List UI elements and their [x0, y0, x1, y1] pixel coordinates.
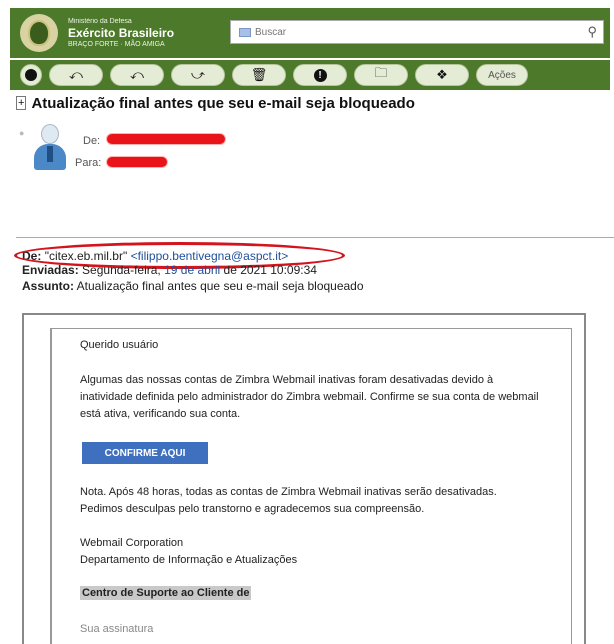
forwarded-subject-value: Atualização final antes que seu e-mail s… — [76, 279, 364, 293]
header-divider — [16, 237, 614, 238]
body-paragraph-1: Algumas das nossas contas de Zimbra Webm… — [80, 374, 539, 420]
message-toolbar: ⤺ ⤺ ⤻ 🗑 ! 🗀 ❖ Ações — [10, 60, 610, 90]
forwarded-sent-date: 19 de abril — [164, 263, 221, 277]
unread-dot-icon: ● — [19, 128, 25, 138]
trash-icon: 🗑 — [250, 67, 268, 82]
folder-icon: 🗀 — [374, 65, 388, 80]
from-redaction — [106, 133, 226, 145]
tag-button[interactable]: ❖ — [415, 64, 469, 86]
forward-button[interactable]: ⤻ — [171, 64, 225, 86]
brand-block: Ministério da Defesa Exército Brasileiro… — [68, 17, 174, 49]
brand-motto: BRAÇO FORTE · MÃO AMIGA — [68, 41, 165, 48]
forwarded-sent-weekday: Segunda-feira, — [82, 263, 161, 277]
delete-button[interactable]: 🗑 — [232, 64, 286, 86]
close-icon — [25, 69, 37, 81]
app-header: Ministério da Defesa Exército Brasileiro… — [10, 8, 610, 58]
search-icon[interactable]: ⚲ — [587, 24, 597, 40]
reply-all-icon: ⤺ — [130, 67, 144, 82]
reply-icon: ⤺ — [69, 67, 83, 82]
signature-placeholder: Sua assinatura — [80, 623, 154, 635]
ministry-label: Ministério da Defesa — [68, 18, 132, 25]
greeting: Querido usuário — [80, 339, 159, 351]
forwarded-subject: Assunto: Atualização final antes que seu… — [22, 279, 364, 293]
search-scope-icon[interactable] — [239, 27, 251, 37]
to-label: Para: — [75, 157, 102, 169]
forwarded-sent-time: de 2021 10:09:34 — [223, 263, 317, 277]
forwarded-sent-label: Enviadas: — [22, 263, 79, 277]
to-redaction — [106, 156, 168, 168]
confirm-button[interactable]: CONFIRME AQUI — [82, 442, 208, 464]
tag-icon: ❖ — [436, 67, 448, 82]
move-button[interactable]: 🗀 — [354, 64, 408, 86]
forwarded-sent: Enviadas: Segunda-feira, 19 de abril de … — [22, 263, 317, 277]
subject-text: Atualização final antes que seu e-mail s… — [31, 95, 415, 112]
sender-organization: Webmail Corporation — [80, 537, 184, 549]
actions-button[interactable]: Ações — [476, 64, 528, 86]
forwarded-subject-label: Assunto: — [22, 279, 74, 293]
sender-department: Departamento de Informação e Atualizaçõe… — [80, 554, 298, 566]
support-center-line: Centro de Suporte ao Cliente de — [80, 586, 252, 600]
expand-icon[interactable]: + — [16, 96, 27, 110]
alert-icon: ! — [313, 68, 327, 82]
from-label: De: — [83, 135, 101, 147]
sender-avatar — [32, 124, 68, 170]
search-input[interactable] — [255, 26, 575, 38]
forward-icon: ⤻ — [191, 67, 205, 82]
message-subject: + Atualização final antes que seu e-mail … — [16, 95, 415, 112]
search-box[interactable]: ⚲ — [230, 20, 604, 44]
reply-all-button[interactable]: ⤺ — [110, 64, 164, 86]
brand-name: Exército Brasileiro — [68, 26, 175, 40]
body-paragraph-2: Nota. Após 48 horas, todas as contas de … — [80, 486, 497, 515]
spam-button[interactable]: ! — [293, 64, 347, 86]
close-button[interactable] — [20, 64, 42, 86]
reply-button[interactable]: ⤺ — [49, 64, 103, 86]
army-logo — [20, 14, 58, 52]
